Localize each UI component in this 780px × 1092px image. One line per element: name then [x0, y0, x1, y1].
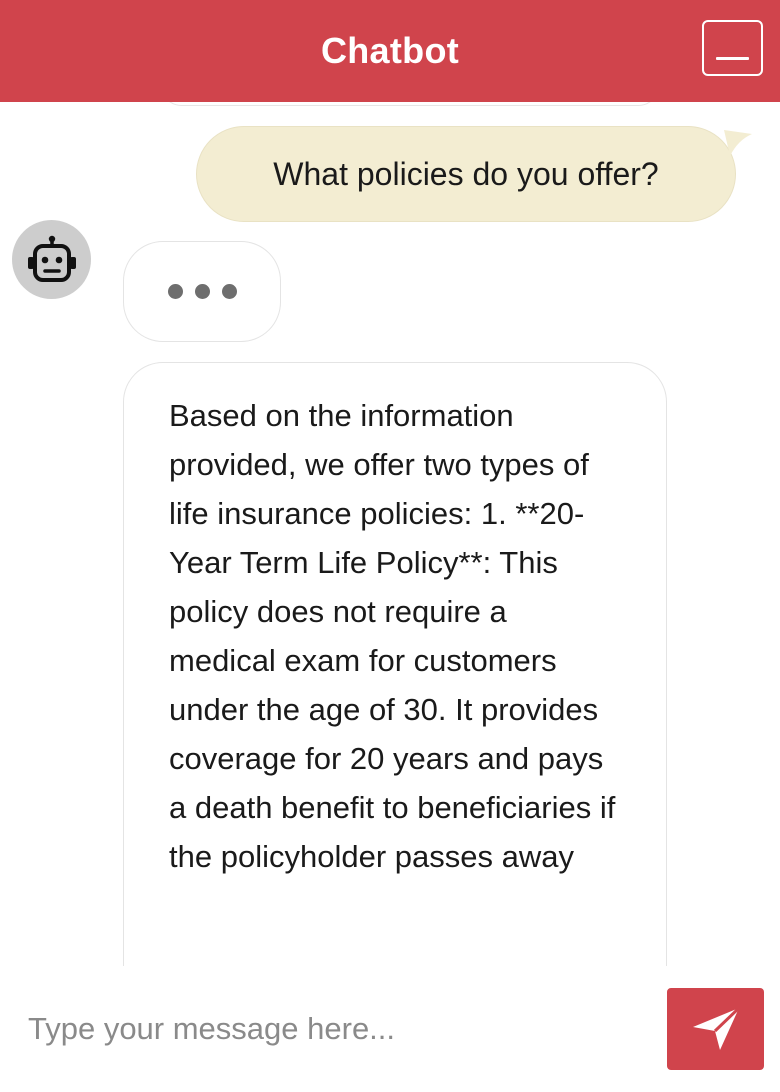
typing-dot	[194, 284, 210, 299]
composer-bar	[0, 966, 780, 1092]
user-message-bubble: What policies do you offer?	[196, 126, 736, 222]
typing-dot	[221, 284, 237, 299]
bot-message-bubble: Based on the information provided, we of…	[123, 362, 667, 966]
robot-icon	[27, 235, 76, 282]
bot-avatar	[12, 220, 91, 299]
minimize-button[interactable]	[702, 20, 763, 76]
user-bubble-tail	[724, 130, 752, 156]
minimize-icon	[716, 57, 749, 60]
bot-message-text: Based on the information provided, we of…	[169, 398, 616, 874]
message-input[interactable]	[14, 988, 644, 1070]
user-message-text: What policies do you offer?	[273, 155, 659, 192]
send-button[interactable]	[667, 988, 764, 1070]
message-list[interactable]: What policies do you offer? Based on the…	[0, 102, 780, 966]
previous-message-bubble	[160, 102, 660, 106]
chat-title: Chatbot	[320, 30, 460, 71]
chat-header: Chatbot	[0, 0, 780, 102]
typing-indicator	[123, 241, 281, 342]
typing-dot	[167, 284, 183, 299]
send-arrow-icon	[692, 1006, 740, 1050]
